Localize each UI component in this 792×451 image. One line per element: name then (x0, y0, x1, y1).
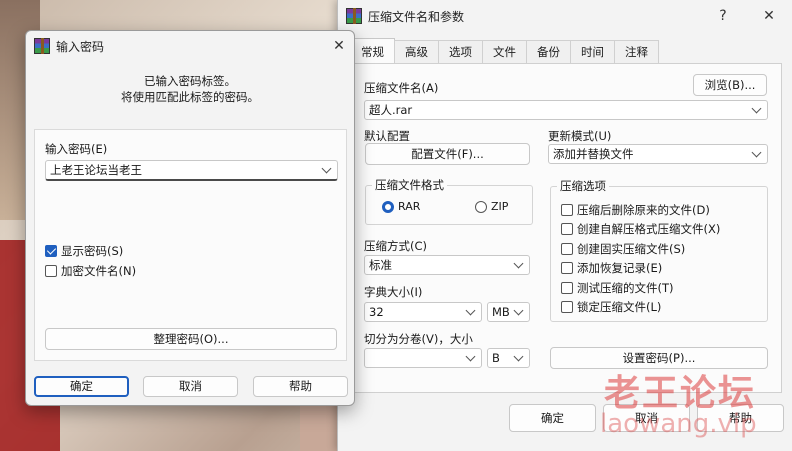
option-label: 创建自解压格式压缩文件(X) (577, 222, 721, 236)
archive-name-label: 压缩文件名(A) (364, 81, 439, 95)
dict-size-value: 32 (369, 305, 384, 319)
chevron-down-icon[interactable] (753, 151, 761, 159)
watermark-url: laowang.vip (600, 409, 757, 439)
option-test[interactable]: 测试压缩的文件(T) (561, 280, 674, 296)
option-delete-after[interactable]: 压缩后删除原来的文件(D) (561, 202, 710, 218)
organize-passwords-button[interactable]: 整理密码(O)... (45, 328, 337, 350)
title-bar[interactable]: 压缩文件名和参数 ? ✕ (338, 0, 792, 32)
close-icon[interactable]: ✕ (754, 1, 784, 31)
format-group: 压缩文件格式 RAR ZIP (365, 177, 533, 225)
checkbox-icon (561, 301, 573, 313)
help-title-button[interactable]: ? (708, 1, 738, 31)
chevron-down-icon[interactable] (323, 167, 331, 175)
encrypt-names-label: 加密文件名(N) (61, 264, 137, 278)
chevron-down-icon[interactable] (753, 107, 761, 115)
show-password-label: 显示密码(S) (61, 244, 124, 258)
chevron-down-icon[interactable] (467, 355, 475, 363)
format-zip-radio[interactable]: ZIP (475, 200, 508, 213)
checkbox-icon (561, 282, 573, 294)
checkbox-icon (561, 204, 573, 216)
split-unit-select[interactable]: B (487, 348, 530, 368)
general-tab-panel: 压缩文件名(A) 浏览(B)... 超人.rar 默认配置 配置文件(F)...… (350, 63, 782, 393)
option-lock[interactable]: 锁定压缩文件(L) (561, 299, 661, 315)
format-rar-radio[interactable]: RAR (382, 200, 420, 213)
option-sfx[interactable]: 创建自解压格式压缩文件(X) (561, 221, 720, 237)
tab-options[interactable]: 选项 (438, 40, 483, 63)
option-solid[interactable]: 创建固实压缩文件(S) (561, 241, 685, 257)
tab-files[interactable]: 文件 (482, 40, 527, 63)
info-line-2: 将使用匹配此标签的密码。 (121, 90, 259, 104)
winrar-icon (34, 38, 50, 54)
option-label: 压缩后删除原来的文件(D) (577, 203, 710, 217)
radio-empty-icon (475, 200, 487, 213)
option-label: 创建固实压缩文件(S) (577, 242, 686, 256)
close-icon[interactable]: ✕ (324, 31, 354, 61)
checkbox-icon (561, 262, 573, 274)
checkbox-icon (561, 243, 573, 255)
format-zip-label: ZIP (491, 200, 509, 213)
info-line-1: 已输入密码标签。 (144, 74, 236, 88)
window-title: 压缩文件名和参数 (368, 10, 465, 24)
password-value: 上老王论坛当老王 (50, 163, 142, 177)
method-select[interactable]: 标准 (364, 255, 530, 275)
method-value: 标准 (369, 258, 392, 272)
default-profile-label: 默认配置 (364, 129, 410, 143)
tab-backup[interactable]: 备份 (526, 40, 571, 63)
method-label: 压缩方式(C) (364, 239, 428, 253)
pwd-cancel-button[interactable]: 取消 (143, 376, 238, 397)
update-mode-value: 添加并替换文件 (553, 147, 634, 161)
winrar-icon (346, 8, 362, 24)
browse-button[interactable]: 浏览(B)... (693, 74, 767, 96)
options-group-title: 压缩选项 (557, 178, 609, 194)
checkbox-icon (561, 223, 573, 235)
option-label: 锁定压缩文件(L) (577, 300, 662, 314)
pwd-help-button[interactable]: 帮助 (253, 376, 348, 397)
show-password-checkbox[interactable]: 显示密码(S) (45, 243, 123, 259)
archive-name-value: 超人.rar (369, 103, 413, 117)
pwd-ok-button[interactable]: 确定 (34, 376, 129, 397)
chevron-down-icon[interactable] (515, 309, 523, 317)
password-dialog: 输入密码 ✕ 已输入密码标签。 将使用匹配此标签的密码。 输入密码(E) 上老王… (25, 30, 355, 406)
update-mode-select[interactable]: 添加并替换文件 (548, 144, 768, 164)
tab-bar: 常规 高级 选项 文件 备份 时间 注释 (350, 38, 659, 64)
tab-time[interactable]: 时间 (570, 40, 615, 63)
option-label: 添加恢复记录(E) (577, 261, 663, 275)
options-group: 压缩选项 压缩后删除原来的文件(D) 创建自解压格式压缩文件(X) 创建固实压缩… (550, 178, 768, 322)
password-title-bar[interactable]: 输入密码 ✕ (26, 31, 354, 63)
checkbox-checked-icon (45, 245, 57, 257)
format-group-title: 压缩文件格式 (372, 177, 447, 193)
password-input[interactable]: 上老王论坛当老王 (45, 160, 338, 181)
chevron-down-icon[interactable] (515, 262, 523, 270)
dict-unit-select[interactable]: MB (487, 302, 530, 322)
dict-size-select[interactable]: 32 (364, 302, 482, 322)
profiles-button[interactable]: 配置文件(F)... (365, 143, 530, 165)
encrypt-names-checkbox[interactable]: 加密文件名(N) (45, 263, 136, 279)
option-label: 测试压缩的文件(T) (577, 281, 674, 295)
format-rar-label: RAR (398, 200, 421, 213)
chevron-down-icon[interactable] (467, 309, 475, 317)
tab-comment[interactable]: 注释 (614, 40, 659, 63)
option-recovery[interactable]: 添加恢复记录(E) (561, 260, 662, 276)
archive-name-input[interactable]: 超人.rar (364, 100, 768, 120)
password-panel: 输入密码(E) 上老王论坛当老王 显示密码(S) 加密文件名(N) 整理密码(O… (34, 129, 347, 361)
split-size-input[interactable] (364, 348, 482, 368)
radio-selected-icon (382, 200, 394, 213)
ok-button[interactable]: 确定 (509, 404, 596, 432)
checkbox-icon (45, 265, 57, 277)
tab-advanced[interactable]: 高级 (394, 40, 439, 63)
chevron-down-icon[interactable] (515, 355, 523, 363)
password-dialog-title: 输入密码 (56, 40, 105, 54)
dict-unit-value: MB (492, 305, 510, 319)
tab-general[interactable]: 常规 (350, 38, 395, 63)
split-unit-value: B (492, 351, 500, 365)
dict-size-label: 字典大小(I) (364, 285, 423, 299)
split-label: 切分为分卷(V)，大小 (364, 332, 473, 346)
password-label: 输入密码(E) (45, 142, 108, 156)
update-mode-label: 更新模式(U) (548, 129, 612, 143)
